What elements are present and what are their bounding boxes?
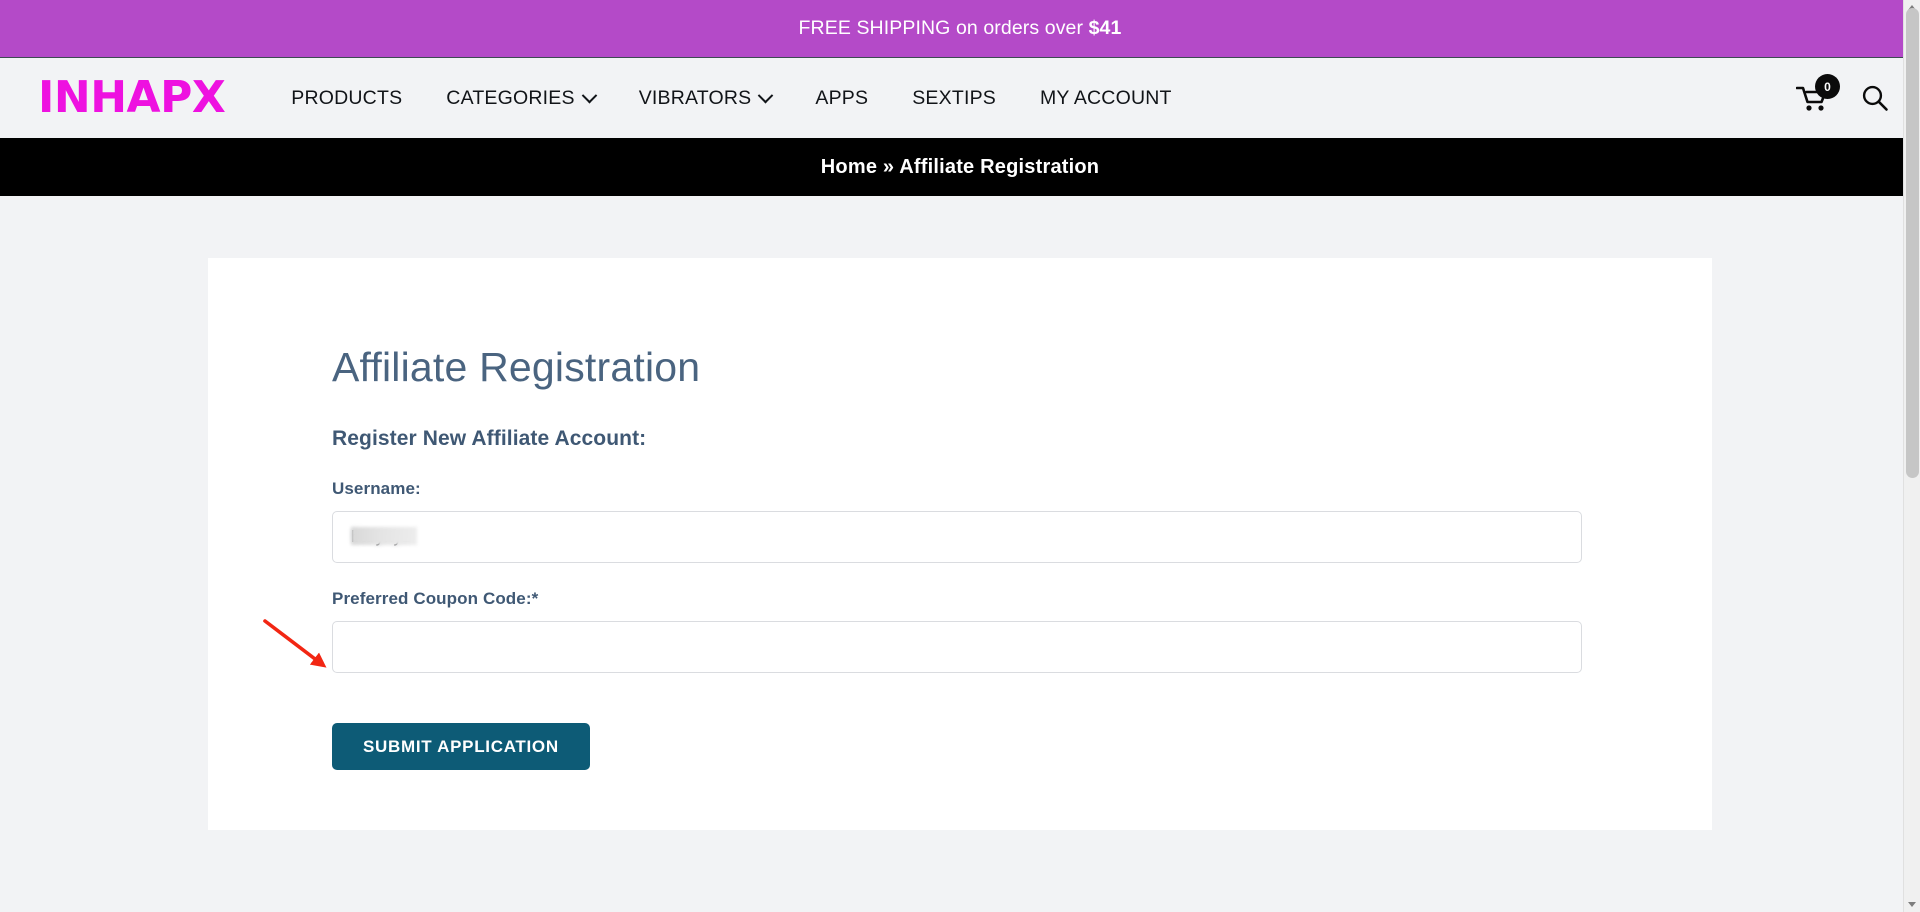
chevron-down-icon	[581, 87, 597, 103]
site-logo[interactable]: INHAPX	[38, 76, 226, 120]
coupon-code-input[interactable]	[332, 621, 1582, 673]
chevron-down-icon	[758, 87, 774, 103]
field-group-coupon-code: Preferred Coupon Code:*	[332, 589, 1588, 673]
cart-count-badge: 0	[1815, 74, 1840, 99]
scroll-down-arrow-icon[interactable]	[1908, 902, 1916, 907]
nav-label: CATEGORIES	[446, 86, 575, 109]
field-group-username: Username: barynyz	[332, 479, 1588, 563]
page-content-area: Affiliate Registration Register New Affi…	[0, 196, 1920, 830]
scrollbar-thumb[interactable]	[1906, 8, 1919, 478]
submit-application-button[interactable]: SUBMIT APPLICATION	[332, 723, 590, 770]
nav-label: SEXTIPS	[912, 86, 996, 109]
page-title: Affiliate Registration	[332, 344, 701, 390]
username-input[interactable]	[332, 511, 1582, 563]
affiliate-registration-form: Username: barynyz Preferred Coupon Code:…	[332, 479, 1588, 770]
content-card: Affiliate Registration Register New Affi…	[208, 258, 1712, 830]
breadcrumb-bar: Home » Affiliate Registration	[0, 138, 1920, 196]
username-input-wrapper: barynyz	[332, 511, 1582, 563]
promo-prefix: FREE SHIPPING on orders over	[798, 17, 1089, 39]
nav-item-sextips[interactable]: SEXTIPS	[890, 87, 1018, 110]
breadcrumb[interactable]: Home » Affiliate Registration	[821, 156, 1099, 179]
search-icon	[1862, 85, 1888, 111]
nav-item-apps[interactable]: APPS	[793, 87, 890, 110]
form-section-title: Register New Affiliate Account:	[332, 427, 647, 450]
nav-item-categories[interactable]: CATEGORIES	[424, 87, 616, 110]
username-label: Username:	[332, 479, 421, 498]
nav-item-products[interactable]: PRODUCTS	[269, 87, 424, 110]
header-actions: 0	[1795, 58, 1890, 138]
nav-label: APPS	[815, 86, 869, 109]
main-navigation: PRODUCTS CATEGORIES VIBRATORS APPS SEXTI…	[269, 87, 1193, 110]
site-header: INHAPX PRODUCTS CATEGORIES VIBRATORS APP…	[0, 58, 1920, 138]
nav-label: VIBRATORS	[638, 86, 752, 109]
nav-item-vibrators[interactable]: VIBRATORS	[617, 87, 794, 110]
nav-label: MY ACCOUNT	[1039, 86, 1172, 109]
nav-item-my-account[interactable]: MY ACCOUNT	[1018, 87, 1194, 110]
page-scrollbar[interactable]	[1903, 0, 1920, 912]
promo-banner: FREE SHIPPING on orders over $41	[0, 0, 1920, 58]
promo-amount: $41	[1088, 17, 1122, 39]
search-button[interactable]	[1860, 83, 1890, 113]
cart-button[interactable]: 0	[1795, 74, 1840, 113]
nav-label: PRODUCTS	[291, 86, 403, 109]
coupon-code-label: Preferred Coupon Code:*	[332, 589, 539, 608]
promo-banner-text: FREE SHIPPING on orders over $41	[799, 17, 1122, 40]
